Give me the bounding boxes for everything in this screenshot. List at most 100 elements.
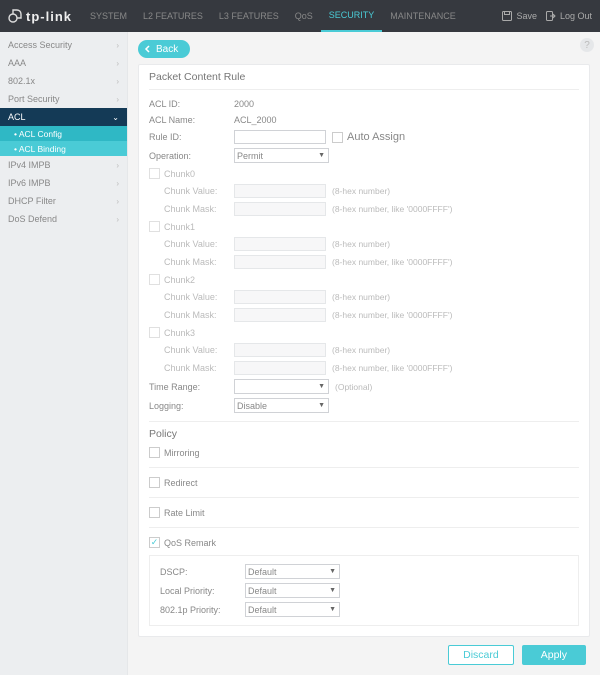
rule-id-input[interactable] [234, 130, 326, 144]
logging-label: Logging: [149, 401, 234, 411]
tab-l2-features[interactable]: L2 FEATURES [135, 0, 211, 32]
chunk-mask-label: Chunk Mask: [164, 204, 234, 214]
chevron-right-icon: › [116, 59, 119, 68]
hint: (8-hex number, like '0000FFFF') [332, 257, 452, 267]
chunk1-value-input [234, 237, 326, 251]
chevron-right-icon: › [116, 41, 119, 50]
chunk3-checkbox[interactable] [149, 327, 160, 338]
sidebar-item-dhcp-filter[interactable]: DHCP Filter› [0, 192, 127, 210]
sidebar: Access Security›AAA›802.1x›Port Security… [0, 32, 128, 675]
chevron-down-icon: ▼ [329, 606, 336, 613]
ratelimit-label: Rate Limit [164, 508, 205, 518]
dot1p-select[interactable]: Default▼ [245, 602, 340, 617]
chunk0-mask-input [234, 202, 326, 216]
acl-name-value: ACL_2000 [234, 115, 277, 125]
hint: (8-hex number) [332, 239, 390, 249]
time-range-hint: (Optional) [335, 382, 372, 392]
tab-maintenance[interactable]: MAINTENANCE [382, 0, 464, 32]
chevron-right-icon: › [116, 95, 119, 104]
chunk0-value-input [234, 184, 326, 198]
sidebar-item-access-security[interactable]: Access Security› [0, 36, 127, 54]
mirroring-checkbox[interactable] [149, 447, 160, 458]
save-icon [501, 10, 513, 22]
chunk1-mask-input [234, 255, 326, 269]
chunk-value-label: Chunk Value: [164, 239, 234, 249]
sidebar-item-port-security[interactable]: Port Security› [0, 90, 127, 108]
save-button[interactable]: Save [501, 10, 537, 22]
tab-system[interactable]: SYSTEM [82, 0, 135, 32]
rule-card: Packet Content Rule ACL ID: 2000 ACL Nam… [138, 64, 590, 637]
logout-button[interactable]: Log Out [545, 10, 592, 22]
chunk2-value-input [234, 290, 326, 304]
dscp-label: DSCP: [160, 567, 245, 577]
sidebar-item-ipv6-impb[interactable]: IPv6 IMPB› [0, 174, 127, 192]
hint: (8-hex number) [332, 186, 390, 196]
hint: (8-hex number, like '0000FFFF') [332, 204, 452, 214]
qos-remark-box: DSCP: Default▼ Local Priority: Default▼ … [149, 555, 579, 626]
mirroring-label: Mirroring [164, 448, 200, 458]
chunk2-mask-input [234, 308, 326, 322]
back-arrow-icon [144, 45, 152, 53]
chunk2-label: Chunk2 [164, 275, 195, 285]
footer-buttons: Discard Apply [138, 645, 590, 665]
back-button[interactable]: Back [138, 40, 190, 58]
redirect-checkbox[interactable] [149, 477, 160, 488]
acl-id-value: 2000 [234, 99, 254, 109]
dscp-select[interactable]: Default▼ [245, 564, 340, 579]
sidebar-item-ipv4-impb[interactable]: IPv4 IMPB› [0, 156, 127, 174]
auto-assign-label: Auto Assign [347, 131, 405, 143]
chunk-mask-label: Chunk Mask: [164, 363, 234, 373]
chevron-down-icon: ▼ [318, 402, 325, 409]
qosremark-checkbox[interactable] [149, 537, 160, 548]
chunk-value-label: Chunk Value: [164, 345, 234, 355]
policy-title: Policy [149, 428, 579, 442]
chunk0-label: Chunk0 [164, 169, 195, 179]
header: tp-link SYSTEML2 FEATURESL3 FEATURESQoSS… [0, 0, 600, 32]
chunk-value-label: Chunk Value: [164, 186, 234, 196]
hint: (8-hex number) [332, 292, 390, 302]
top-nav: SYSTEML2 FEATURESL3 FEATURESQoSSECURITYM… [82, 0, 501, 32]
sidebar-item-aaa[interactable]: AAA› [0, 54, 127, 72]
ratelimit-checkbox[interactable] [149, 507, 160, 518]
help-icon[interactable]: ? [580, 38, 594, 52]
discard-button[interactable]: Discard [448, 645, 514, 665]
chunk-value-label: Chunk Value: [164, 292, 234, 302]
logging-select[interactable]: Disable▼ [234, 398, 329, 413]
auto-assign-checkbox[interactable] [332, 132, 343, 143]
logout-icon [545, 10, 557, 22]
acl-name-label: ACL Name: [149, 115, 234, 125]
chunk1-label: Chunk1 [164, 222, 195, 232]
sidebar-item-dos-defend[interactable]: DoS Defend› [0, 210, 127, 228]
localprio-label: Local Priority: [160, 586, 245, 596]
operation-label: Operation: [149, 151, 234, 161]
sidebar-sub-acl-binding[interactable]: • ACL Binding [0, 141, 127, 156]
chevron-right-icon: › [116, 215, 119, 224]
chunk3-label: Chunk3 [164, 328, 195, 338]
time-range-select[interactable]: ▼ [234, 379, 329, 394]
hint: (8-hex number) [332, 345, 390, 355]
tab-qos[interactable]: QoS [287, 0, 321, 32]
rule-id-label: Rule ID: [149, 132, 234, 142]
chunk2-checkbox[interactable] [149, 274, 160, 285]
main-panel: ? Back Packet Content Rule ACL ID: 2000 … [128, 32, 600, 675]
chunk-mask-label: Chunk Mask: [164, 310, 234, 320]
hint: (8-hex number, like '0000FFFF') [332, 310, 452, 320]
operation-select[interactable]: Permit▼ [234, 148, 329, 163]
sidebar-item-802-1x[interactable]: 802.1x› [0, 72, 127, 90]
chunk0-checkbox[interactable] [149, 168, 160, 179]
redirect-label: Redirect [164, 478, 198, 488]
chevron-down-icon: ⌄ [112, 113, 119, 122]
localprio-select[interactable]: Default▼ [245, 583, 340, 598]
chunk1-checkbox[interactable] [149, 221, 160, 232]
acl-id-label: ACL ID: [149, 99, 234, 109]
time-range-label: Time Range: [149, 382, 234, 392]
chunk3-mask-input [234, 361, 326, 375]
tab-l3-features[interactable]: L3 FEATURES [211, 0, 287, 32]
chevron-down-icon: ▼ [318, 152, 325, 159]
sidebar-item-acl[interactable]: ACL⌄ [0, 108, 127, 126]
tab-security[interactable]: SECURITY [321, 0, 383, 32]
apply-button[interactable]: Apply [522, 645, 586, 665]
sidebar-sub-acl-config[interactable]: • ACL Config [0, 126, 127, 141]
chevron-down-icon: ▼ [329, 568, 336, 575]
hint: (8-hex number, like '0000FFFF') [332, 363, 452, 373]
